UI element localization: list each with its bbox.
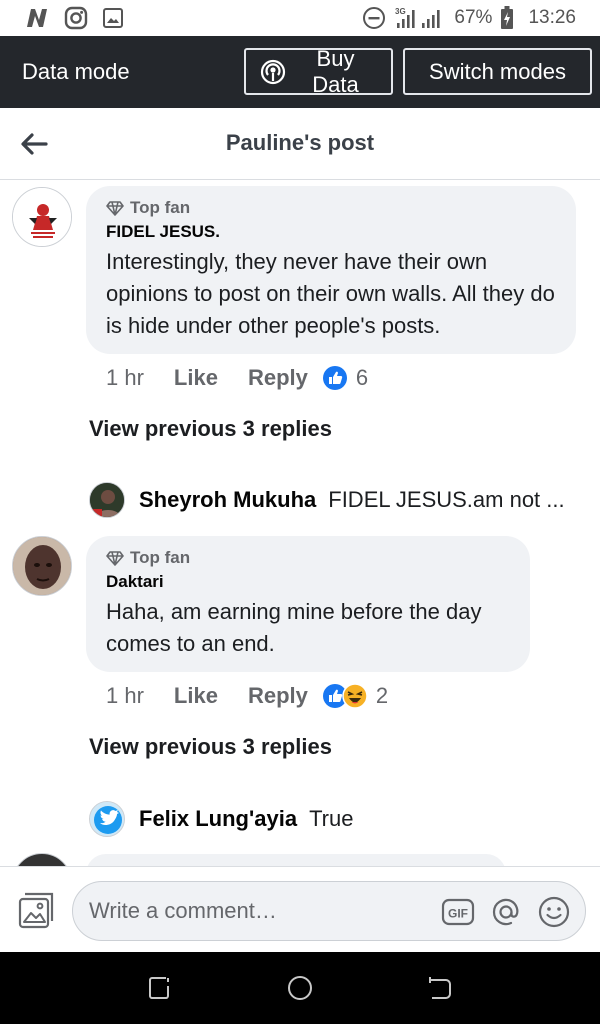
comment-time[interactable]: 1 hr — [106, 365, 144, 391]
like-reaction-icon — [322, 365, 348, 391]
comment-composer: GIF — [0, 866, 600, 952]
photo-icon — [16, 891, 56, 931]
signal-icon: 3G — [394, 6, 446, 30]
instagram-icon — [64, 6, 88, 30]
comment-bubble[interactable]: Top fan Daktari Haha, am earning mine be… — [86, 536, 530, 672]
comment-bubble[interactable] — [86, 854, 506, 866]
buy-data-label: Buy Data — [312, 45, 359, 97]
avatar — [89, 482, 125, 518]
top-fan-label: Top fan — [130, 548, 191, 567]
reply-author: Felix Lung'ayia — [139, 806, 298, 831]
reaction-count: 6 — [355, 365, 369, 390]
mention-icon[interactable] — [489, 895, 523, 934]
battery-percent: 67% — [454, 7, 493, 28]
dnd-icon — [362, 6, 386, 30]
reply-text: FIDEL JESUS.am not ... — [328, 487, 565, 512]
data-mode-title: Data mode — [22, 59, 130, 84]
comment-time[interactable]: 1 hr — [106, 683, 144, 709]
reply-button[interactable]: Reply — [248, 683, 308, 709]
comments-list: Top fan FIDEL JESUS. Interestingly, they… — [0, 181, 600, 866]
like-button[interactable]: Like — [174, 683, 218, 709]
comment-text: Interestingly, they never have their own… — [106, 249, 555, 338]
status-bar: 3G 67% 13:26 — [0, 0, 600, 36]
switch-modes-button[interactable]: Switch modes — [403, 48, 592, 95]
diamond-icon — [106, 550, 124, 566]
reply-author: Sheyroh Mukuha — [139, 487, 317, 512]
post-header: Pauline's post — [0, 108, 600, 180]
switch-modes-label: Switch modes — [429, 58, 566, 84]
reactions[interactable]: 6 — [322, 365, 368, 391]
avatar — [89, 801, 125, 837]
reaction-count: 2 — [375, 683, 389, 708]
recent-apps-icon — [146, 974, 174, 1002]
haha-reaction-icon — [342, 683, 368, 709]
data-mode-bar: Data mode Buy Data Switch modes — [0, 36, 600, 108]
avatar[interactable] — [12, 187, 72, 247]
comment-author[interactable]: FIDEL JESUS. — [106, 222, 556, 242]
home-button[interactable] — [282, 970, 318, 1006]
diamond-icon — [106, 200, 124, 216]
comment-actions: 1 hr Like Reply 2 — [106, 683, 388, 709]
broadcast-icon — [260, 59, 294, 85]
avatar[interactable] — [12, 853, 72, 866]
top-fan-label: Top fan — [130, 198, 191, 217]
buy-data-button[interactable]: Buy Data — [244, 45, 393, 97]
comment-author[interactable]: Daktari — [106, 572, 510, 592]
system-nav-bar — [0, 952, 600, 1024]
page-title: Pauline's post — [225, 130, 375, 155]
latest-reply[interactable]: Sheyroh Mukuha FIDEL JESUS.am not ... — [89, 482, 565, 518]
battery-icon — [500, 6, 514, 30]
clock: 13:26 — [528, 7, 576, 28]
reactions[interactable]: 2 — [322, 683, 388, 709]
comment-text: Haha, am earning mine before the day com… — [106, 599, 482, 656]
top-fan-badge: Top fan — [106, 548, 510, 568]
n-icon — [24, 7, 50, 29]
emoji-icon[interactable] — [537, 895, 571, 934]
gallery-icon — [102, 7, 124, 29]
latest-reply[interactable]: Felix Lung'ayia True — [89, 801, 353, 837]
reply-text: True — [309, 806, 354, 831]
reply-button[interactable]: Reply — [248, 365, 308, 391]
gif-icon[interactable]: GIF — [441, 895, 475, 934]
svg-text:3G: 3G — [395, 7, 406, 16]
avatar[interactable] — [12, 536, 72, 596]
home-circle-icon — [286, 974, 314, 1002]
screen: 3G 67% 13:26 Data mode Buy Data Switch m… — [0, 0, 600, 1024]
back-nav-button[interactable] — [422, 970, 458, 1006]
recent-apps-button[interactable] — [142, 970, 178, 1006]
photo-button[interactable] — [16, 891, 56, 931]
svg-text:GIF: GIF — [448, 907, 468, 921]
like-button[interactable]: Like — [174, 365, 218, 391]
top-fan-badge: Top fan — [106, 198, 556, 218]
comment-input[interactable] — [89, 898, 419, 924]
back-nav-icon — [426, 974, 454, 1002]
view-previous-replies[interactable]: View previous 3 replies — [89, 416, 332, 442]
comment-bubble[interactable]: Top fan FIDEL JESUS. Interestingly, they… — [86, 186, 576, 354]
view-previous-replies[interactable]: View previous 3 replies — [89, 734, 332, 760]
comment-actions: 1 hr Like Reply 6 — [106, 365, 368, 391]
comment-box[interactable]: GIF — [72, 881, 586, 941]
